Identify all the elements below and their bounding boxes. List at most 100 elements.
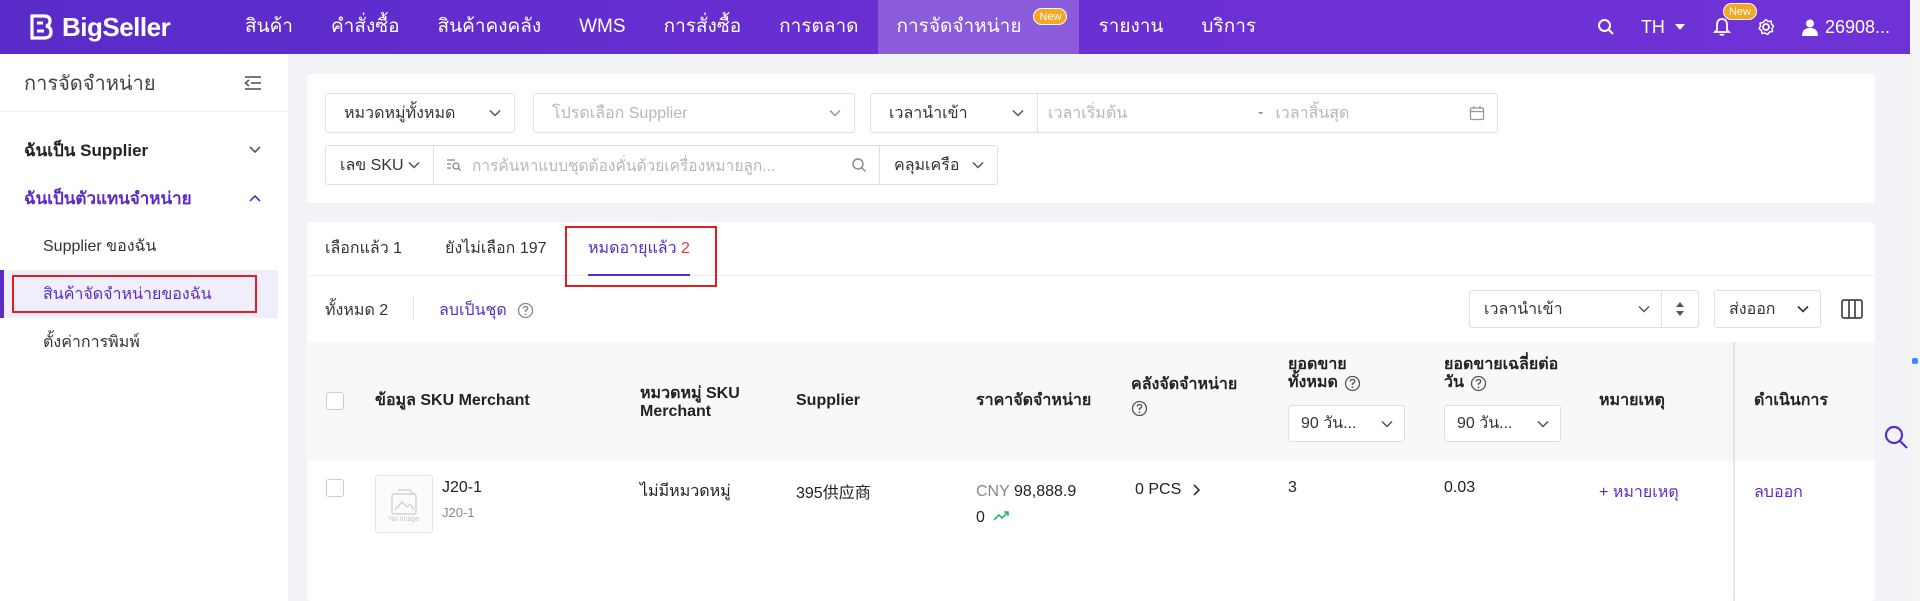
top-nav: BigSeller สินค้า คำสั่งซื้อ สินค้าคงคลัง…	[0, 0, 1910, 54]
help-circle-icon[interactable]	[517, 302, 534, 319]
nav-purchase[interactable]: การสั่งซื้อ	[645, 0, 761, 54]
page-scrollbar[interactable]	[1910, 0, 1920, 601]
search-field-select[interactable]: เลข SKU	[325, 145, 434, 185]
range-separator: -	[1258, 104, 1264, 121]
sidebar-title: การจัดจำหน่าย	[24, 72, 156, 95]
notification-badge: New	[1722, 3, 1757, 20]
bell-icon	[1712, 18, 1731, 36]
user-icon	[1801, 19, 1818, 36]
chevron-down-icon	[1537, 420, 1549, 428]
filter-panel: หมวดหมู่ทั้งหมด โปรดเลือก Supplier เวลาน…	[307, 74, 1875, 203]
nav-products[interactable]: สินค้า	[226, 0, 312, 54]
search-icon[interactable]	[851, 157, 867, 173]
chevron-up-icon	[249, 194, 261, 202]
bigseller-logo-icon	[30, 14, 53, 40]
no-image-icon	[391, 488, 417, 515]
chevron-down-icon	[489, 109, 501, 117]
match-mode-select[interactable]: คลุมเครือ	[879, 145, 998, 185]
sort-order-toggle[interactable]	[1661, 290, 1699, 328]
warehouse-link[interactable]: 0 PCS	[1135, 481, 1203, 499]
nav-services[interactable]: บริการ	[1182, 0, 1275, 54]
brand-name: BigSeller	[62, 11, 171, 42]
supplier-select[interactable]: โปรดเลือก Supplier	[533, 93, 855, 133]
search-input[interactable]: การค้นหาแบบชุดต้องคั่นด้วยเครื่องหมายลูก…	[433, 145, 880, 185]
chevron-down-icon	[972, 161, 984, 169]
main-menu: สินค้า คำสั่งซื้อ สินค้าคงคลัง WMS การสั…	[226, 0, 1275, 54]
sidebar-item-my-distribution-products[interactable]: สินค้าจัดจำหน่ายของฉัน	[0, 270, 278, 318]
help-circle-icon[interactable]	[1470, 375, 1487, 392]
nav-reports[interactable]: รายงาน	[1079, 0, 1182, 54]
toolbar-divider	[413, 296, 414, 320]
sidebar-header: การจัดจำหน่าย	[0, 54, 288, 112]
user-menu[interactable]: 26908...	[1801, 17, 1890, 38]
global-search[interactable]	[1597, 18, 1615, 36]
chevron-down-icon	[1797, 305, 1809, 313]
sort-icon	[1676, 302, 1684, 316]
chevron-down-icon	[249, 146, 261, 154]
category-value: ไม่มีหมวดหมู่	[640, 483, 731, 500]
export-button[interactable]: ส่งออก	[1714, 290, 1821, 328]
column-settings-icon[interactable]	[1841, 299, 1863, 319]
nav-marketing[interactable]: การตลาด	[760, 0, 877, 54]
total-sales-period-select[interactable]: 90 วัน...	[1288, 405, 1405, 442]
product-list-panel: เลือกแล้ว 1 ยังไม่เลือก 197 หมดอายุแล้ว …	[307, 222, 1875, 601]
collapse-menu-icon[interactable]	[244, 75, 262, 91]
batch-delete-button[interactable]: ลบเป็นชุด	[439, 298, 534, 323]
sidebar-item-print-settings[interactable]: ตั้งค่าการพิมพ์	[0, 318, 288, 366]
main-content: หมวดหมู่ทั้งหมด โปรดเลือก Supplier เวลาน…	[288, 54, 1920, 601]
nav-orders[interactable]: คำสั่งซื้อ	[312, 0, 419, 54]
scroll-thumb[interactable]	[1912, 358, 1918, 364]
col-supplier: Supplier	[796, 392, 861, 409]
chevron-down-icon	[1381, 420, 1393, 428]
category-select[interactable]: หมวดหมู่ทั้งหมด	[325, 93, 515, 133]
sidebar-group-supplier[interactable]: ฉันเป็น Supplier	[0, 126, 288, 174]
search-icon	[1597, 19, 1614, 35]
list-toolbar: ทั้งหมด 2 ลบเป็นชุด เวลานำเข้า ส่งออก	[307, 276, 1875, 342]
avg-sales-period-select[interactable]: 90 วัน...	[1444, 405, 1561, 442]
nav-wms[interactable]: WMS	[560, 0, 644, 54]
select-all-checkbox[interactable]	[326, 392, 344, 410]
sidebar-item-my-suppliers[interactable]: Supplier ของฉัน	[0, 222, 288, 270]
help-circle-icon[interactable]	[1131, 400, 1148, 417]
notifications[interactable]: New	[1712, 3, 1757, 37]
start-date-input[interactable]: เวลาเริ่มต้น	[1048, 101, 1258, 126]
end-date-input[interactable]: เวลาสิ้นสุด	[1275, 101, 1349, 126]
sku-code: J20-1	[442, 479, 483, 496]
tab-unselected[interactable]: ยังไม่เลือก 197	[445, 222, 547, 276]
sidebar-group-distributor[interactable]: ฉันเป็นตัวแทนจำหน่าย	[0, 174, 288, 222]
new-badge: New	[1033, 8, 1068, 25]
product-thumbnail: No Image	[375, 475, 433, 533]
status-tabs: เลือกแล้ว 1 ยังไม่เลือก 197 หมดอายุแล้ว …	[307, 222, 1875, 276]
trend-up-icon[interactable]	[993, 510, 1010, 522]
brand-logo[interactable]: BigSeller	[26, 12, 226, 43]
gear-icon	[1758, 18, 1775, 36]
col-total-sales: ยอดขาย ทั้งหมด	[1288, 356, 1361, 392]
table-header: ข้อมูล SKU Merchant หมวดหมู่ SKU Merchant…	[307, 342, 1875, 601]
language-select[interactable]: TH	[1641, 17, 1687, 38]
nav-distribution[interactable]: การจัดจำหน่าย New	[877, 0, 1080, 54]
col-avg-sales: ยอดขายเฉลี่ยต่อ วัน	[1444, 356, 1559, 392]
col-category: หมวดหมู่ SKU Merchant	[640, 385, 740, 420]
sku-sub-code: J20-1	[442, 505, 475, 520]
remove-button[interactable]: ลบออก	[1754, 480, 1803, 505]
date-range-picker[interactable]: เวลาเริ่มต้น - เวลาสิ้นสุด	[1037, 93, 1498, 133]
calendar-icon	[1469, 106, 1485, 121]
time-type-select[interactable]: เวลานำเข้า	[870, 93, 1038, 133]
floating-search-icon[interactable]	[1883, 424, 1909, 450]
add-note-button[interactable]: + หมายเหตุ	[1599, 480, 1679, 505]
col-action: ดำเนินการ	[1754, 392, 1828, 409]
total-count: ทั้งหมด 2	[325, 302, 389, 319]
tab-expired[interactable]: หมดอายุแล้ว 2	[588, 222, 690, 276]
settings[interactable]	[1757, 18, 1775, 36]
sidebar: การจัดจำหน่าย ฉันเป็น Supplier ฉันเป็นตั…	[0, 54, 288, 601]
col-note: หมายเหตุ	[1599, 392, 1665, 409]
col-price: ราคาจัดจำหน่าย	[976, 392, 1092, 409]
nav-inventory[interactable]: สินค้าคงคลัง	[419, 0, 561, 54]
help-circle-icon[interactable]	[1344, 375, 1361, 392]
chevron-right-icon	[1193, 484, 1201, 496]
avg-sales-value: 0.03	[1444, 479, 1476, 496]
sort-field-select[interactable]: เวลานำเข้า	[1469, 290, 1662, 328]
row-checkbox[interactable]	[326, 479, 344, 497]
batch-search-icon[interactable]	[446, 158, 462, 172]
tab-selected[interactable]: เลือกแล้ว 1	[325, 222, 402, 276]
